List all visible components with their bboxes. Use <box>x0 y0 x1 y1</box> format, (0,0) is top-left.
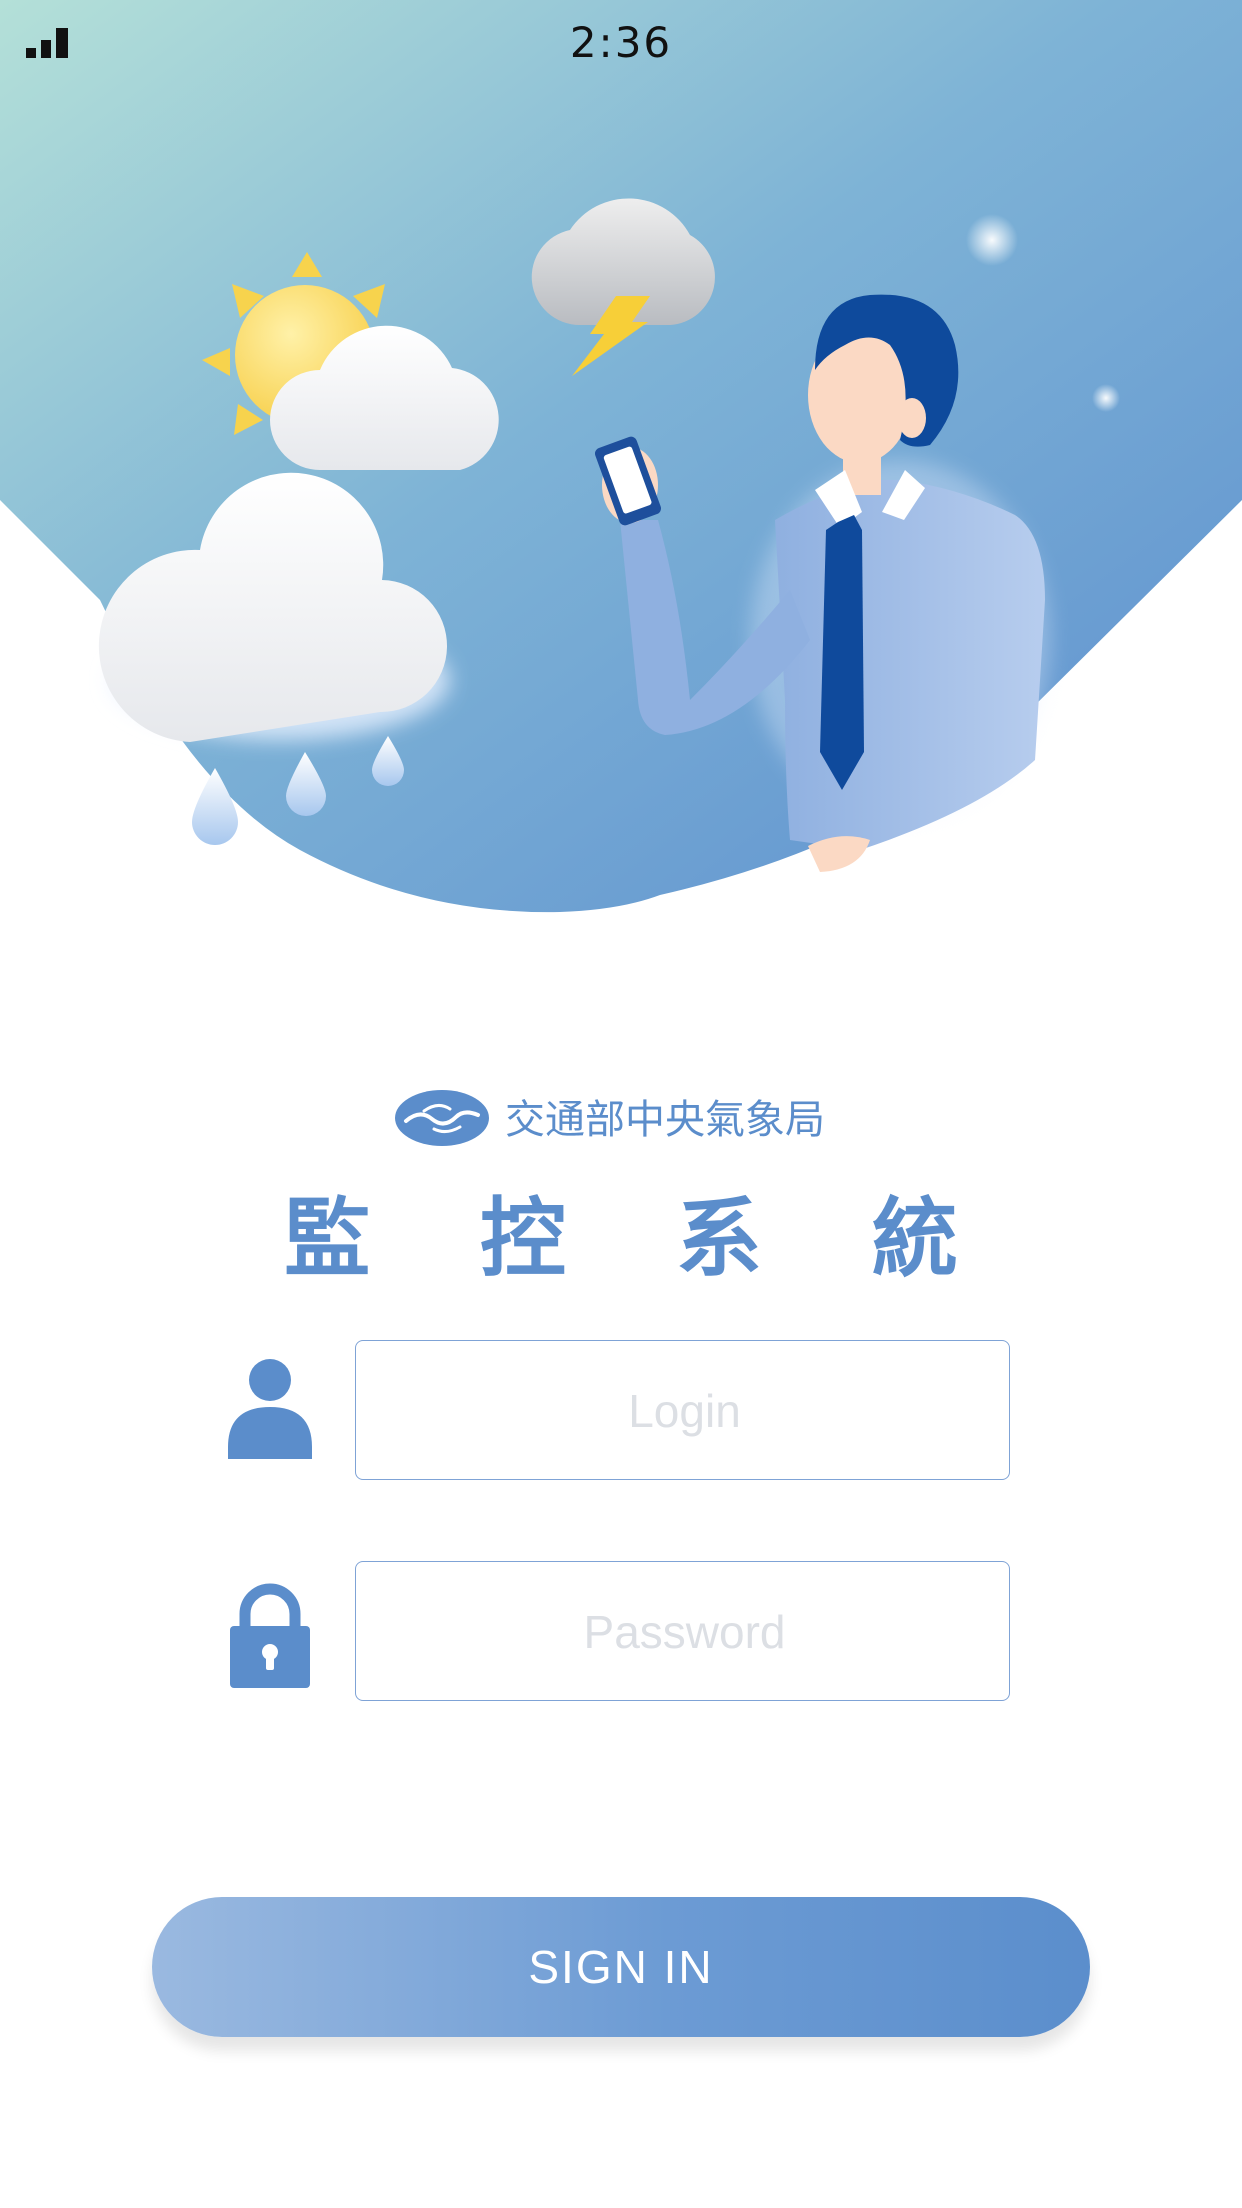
cwb-logo-icon <box>395 1090 489 1146</box>
lock-icon <box>230 1583 310 1688</box>
login-field[interactable] <box>355 1340 1013 1481</box>
hero-illustration <box>0 0 1242 913</box>
password-field[interactable] <box>355 1561 1013 1702</box>
login-input[interactable] <box>356 1341 1013 1481</box>
agency-name: 交通部中央氣象局 <box>505 1097 825 1143</box>
user-icon <box>228 1359 312 1459</box>
system-title: 監 控 系 統 <box>284 1189 998 1289</box>
sign-in-button[interactable]: SIGN IN <box>152 1897 1090 2037</box>
brand-header: 交通部中央氣象局 <box>0 1085 1242 1165</box>
status-bar: 2:36 <box>0 0 1242 90</box>
password-input[interactable] <box>356 1562 1013 1702</box>
status-time: 2:36 <box>569 18 673 67</box>
